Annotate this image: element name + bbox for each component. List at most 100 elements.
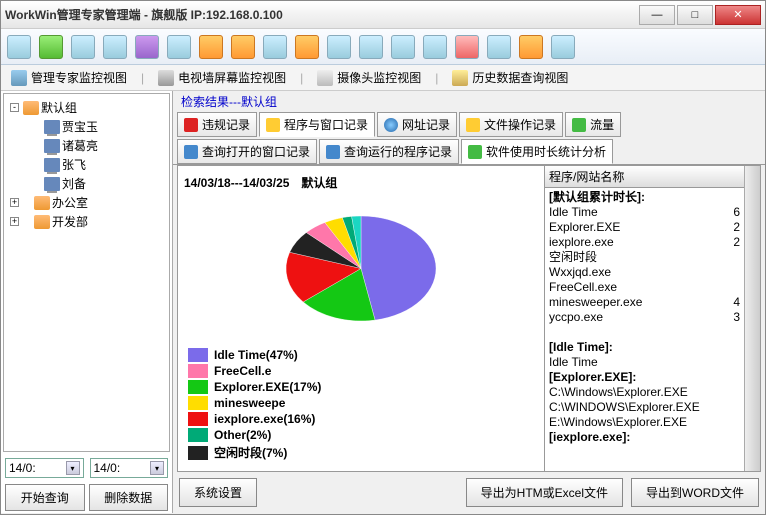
export-htm-excel-button[interactable]: 导出为HTM或Excel文件	[466, 478, 623, 507]
search-icon	[184, 145, 198, 159]
tool-icon-13[interactable]	[391, 35, 415, 59]
tree-node-dev[interactable]: +开发部	[8, 212, 165, 231]
left-panel: -默认组 贾宝玉 诸葛亮 张飞 刘备 +办公室 +开发部 14/0:▾ 14/0…	[1, 91, 173, 513]
tool-icon-16[interactable]	[487, 35, 511, 59]
maximize-button[interactable]: □	[677, 5, 713, 25]
tab-violations[interactable]: 违规记录	[177, 112, 257, 137]
legend-item: iexplore.exe(16%)	[188, 412, 358, 426]
start-query-button[interactable]: 开始查询	[5, 484, 85, 511]
list-item[interactable]: iexplore.exe2	[549, 235, 740, 250]
chevron-down-icon[interactable]: ▾	[150, 461, 164, 475]
chart-area: 14/03/18---14/03/25 默认组 Idle Time(47%) F…	[178, 166, 544, 471]
tool-icon-5[interactable]	[135, 35, 159, 59]
tree-node-user[interactable]: 刘备	[8, 174, 165, 193]
right-panel: 检索结果---默认组 违规记录 程序与窗口记录 网址记录 文件操作记录 流量 查…	[173, 91, 765, 513]
tool-icon-2[interactable]	[39, 35, 63, 59]
group-icon	[34, 215, 50, 229]
vertical-scrollbar[interactable]	[744, 166, 760, 471]
legend-item: Explorer.EXE(17%)	[188, 380, 358, 394]
tool-icon-6[interactable]	[167, 35, 191, 59]
main-toolbar	[1, 29, 765, 65]
system-settings-button[interactable]: 系统设置	[179, 478, 257, 507]
tool-icon-3[interactable]	[71, 35, 95, 59]
expand-icon[interactable]: +	[10, 198, 19, 207]
view-tab-history[interactable]: 历史数据查询视图	[448, 67, 572, 88]
expand-icon[interactable]: +	[10, 217, 19, 226]
view-tab-bar: 管理专家监控视图 | 电视墙屏幕监控视图 | 摄像头监控视图 | 历史数据查询视…	[1, 65, 765, 91]
globe-icon	[384, 118, 398, 132]
view-tab-monitor[interactable]: 管理专家监控视图	[7, 67, 131, 88]
minimize-button[interactable]: —	[639, 5, 675, 25]
date-from[interactable]: 14/0:▾	[5, 458, 84, 478]
tab-programs[interactable]: 程序与窗口记录	[259, 112, 375, 137]
list-item[interactable]: C:\WINDOWS\Explorer.EXE	[549, 400, 740, 415]
list-item[interactable]: 空闲时段	[549, 250, 740, 265]
list-group: [Explorer.EXE]:	[549, 370, 740, 385]
pc-icon	[44, 177, 60, 191]
view-tab-camera[interactable]: 摄像头监控视图	[313, 67, 425, 88]
pc-icon	[44, 139, 60, 153]
record-tabs: 违规记录 程序与窗口记录 网址记录 文件操作记录 流量	[173, 112, 765, 137]
program-list-panel: 程序/网站名称 [默认组累计时长]: Idle Time6 Explorer.E…	[544, 166, 744, 471]
tool-icon-4[interactable]	[103, 35, 127, 59]
list-item[interactable]: yccpo.exe3	[549, 310, 740, 325]
program-list[interactable]: [默认组累计时长]: Idle Time6 Explorer.EXE2 iexp…	[545, 188, 744, 471]
tool-icon-14[interactable]	[423, 35, 447, 59]
chart-icon	[468, 145, 482, 159]
legend-item: Other(2%)	[188, 428, 358, 442]
bottom-bar: 系统设置 导出为HTM或Excel文件 导出到WORD文件	[173, 472, 765, 513]
subtab-windows[interactable]: 查询打开的窗口记录	[177, 139, 317, 164]
collapse-icon[interactable]: -	[10, 103, 19, 112]
group-icon	[23, 101, 39, 115]
tv-icon	[158, 70, 174, 86]
legend-item: minesweepe	[188, 396, 358, 410]
tab-files[interactable]: 文件操作记录	[459, 112, 563, 137]
tool-icon-17[interactable]	[519, 35, 543, 59]
list-item[interactable]: minesweeper.exe4	[549, 295, 740, 310]
legend-item: 空闲时段(7%)	[188, 444, 358, 461]
tool-icon-12[interactable]	[359, 35, 383, 59]
tree-node-user[interactable]: 张飞	[8, 155, 165, 174]
legend-item: FreeCell.e	[188, 364, 358, 378]
view-tab-tvwall[interactable]: 电视墙屏幕监控视图	[154, 67, 290, 88]
tool-icon-15[interactable]	[455, 35, 479, 59]
tool-icon-9[interactable]	[263, 35, 287, 59]
subtab-programs[interactable]: 查询运行的程序记录	[319, 139, 459, 164]
sub-tabs: 查询打开的窗口记录 查询运行的程序记录 软件使用时长统计分析	[173, 137, 765, 165]
tree-node-office[interactable]: +办公室	[8, 193, 165, 212]
list-item[interactable]: Idle Time6	[549, 205, 740, 220]
list-group: [Idle Time]:	[549, 340, 740, 355]
export-word-button[interactable]: 导出到WORD文件	[631, 478, 759, 507]
tab-urls[interactable]: 网址记录	[377, 112, 457, 137]
list-group: [iexplore.exe]:	[549, 430, 740, 445]
tree-node-user[interactable]: 诸葛亮	[8, 136, 165, 155]
tool-icon-8[interactable]	[231, 35, 255, 59]
list-item[interactable]: Wxxjqd.exe	[549, 265, 740, 280]
tool-icon-1[interactable]	[7, 35, 31, 59]
window-title: WorkWin管理专家管理端 - 旗舰版 IP:192.168.0.100	[5, 6, 637, 23]
tool-icon-7[interactable]	[199, 35, 223, 59]
list-item[interactable]: C:\Windows\Explorer.EXE	[549, 385, 740, 400]
group-tree[interactable]: -默认组 贾宝玉 诸葛亮 张飞 刘备 +办公室 +开发部	[3, 93, 170, 452]
close-button[interactable]: ✕	[715, 5, 761, 25]
delete-data-button[interactable]: 删除数据	[89, 484, 169, 511]
tool-icon-11[interactable]	[327, 35, 351, 59]
chevron-down-icon[interactable]: ▾	[66, 461, 80, 475]
folder-icon	[466, 118, 480, 132]
tab-traffic[interactable]: 流量	[565, 112, 621, 137]
monitor-icon	[11, 70, 27, 86]
title-bar: WorkWin管理专家管理端 - 旗舰版 IP:192.168.0.100 — …	[1, 1, 765, 29]
list-item[interactable]: FreeCell.exe	[549, 280, 740, 295]
tool-icon-10[interactable]	[295, 35, 319, 59]
list-item[interactable]: Explorer.EXE2	[549, 220, 740, 235]
list-item[interactable]: Idle Time	[549, 355, 740, 370]
legend-item: Idle Time(47%)	[188, 348, 358, 362]
subtab-usage-stats[interactable]: 软件使用时长统计分析	[461, 139, 613, 164]
chart-legend: Idle Time(47%) FreeCell.e Explorer.EXE(1…	[184, 344, 538, 465]
tree-node-user[interactable]: 贾宝玉	[8, 117, 165, 136]
search-result-label: 检索结果---默认组	[173, 91, 765, 112]
tree-node-default[interactable]: -默认组	[8, 98, 165, 117]
date-to[interactable]: 14/0:▾	[90, 458, 169, 478]
tool-icon-18[interactable]	[551, 35, 575, 59]
list-item[interactable]: E:\Windows\Explorer.EXE	[549, 415, 740, 430]
